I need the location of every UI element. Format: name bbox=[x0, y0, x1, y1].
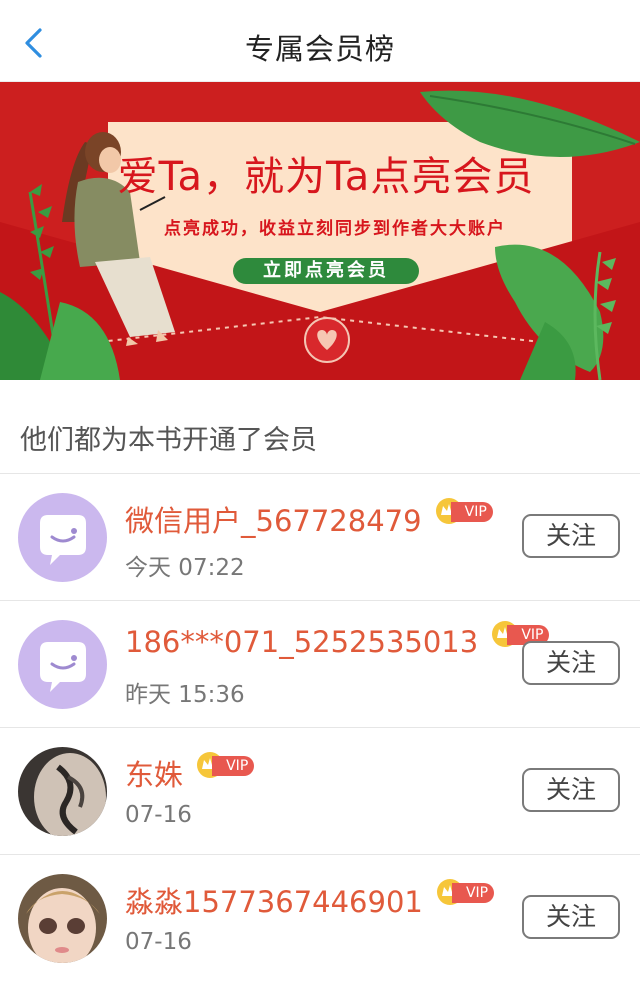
follow-button[interactable]: 关注 bbox=[522, 514, 620, 558]
list-item[interactable]: 微信用户_567728479 VIP 今天 07:22 关注 bbox=[0, 474, 640, 601]
list-item[interactable]: 淼淼1577367446901 VIP 07-16 关注 bbox=[0, 855, 640, 982]
list-item[interactable]: 186***071_5252535013 VIP 昨天 15:36 关注 bbox=[0, 601, 640, 728]
banner-text-layer: 爱Ta，就为Ta点亮会员 点亮成功，收益立刻同步到作者大大账户 立即点亮会员 bbox=[0, 82, 640, 380]
vip-badge: VIP bbox=[196, 752, 255, 778]
join-time: 昨天 15:36 bbox=[125, 682, 245, 708]
wechat-default-avatar-icon bbox=[18, 620, 107, 709]
vip-badge: VIP bbox=[436, 879, 495, 905]
follow-button[interactable]: 关注 bbox=[522, 641, 620, 685]
join-time: 07-16 bbox=[125, 802, 192, 828]
member-list: 微信用户_567728479 VIP 今天 07:22 关注 186***071… bbox=[0, 474, 640, 982]
light-up-membership-button[interactable]: 立即点亮会员 bbox=[233, 258, 419, 284]
vip-label: VIP bbox=[212, 756, 255, 776]
banner-subline: 点亮成功，收益立刻同步到作者大大账户 bbox=[164, 219, 506, 239]
follow-button[interactable]: 关注 bbox=[522, 768, 620, 812]
nav-bar: 专属会员榜 bbox=[0, 0, 640, 82]
vip-label: VIP bbox=[450, 502, 493, 522]
list-item[interactable]: 东姝 VIP 07-16 关注 bbox=[0, 728, 640, 855]
banner-headline: 爱Ta，就为Ta点亮会员 bbox=[117, 154, 535, 200]
wechat-default-avatar-icon bbox=[18, 493, 107, 582]
member-name-line: 淼淼1577367446901 VIP bbox=[125, 879, 495, 919]
member-name[interactable]: 微信用户_567728479 bbox=[125, 504, 422, 538]
avatar[interactable] bbox=[18, 874, 107, 963]
member-name-line: 东姝 VIP bbox=[125, 752, 255, 792]
promo-banner[interactable]: 爱Ta，就为Ta点亮会员 点亮成功，收益立刻同步到作者大大账户 立即点亮会员 bbox=[0, 82, 640, 380]
member-name[interactable]: 淼淼1577367446901 bbox=[125, 885, 423, 919]
photo-avatar-image bbox=[18, 747, 107, 836]
member-name[interactable]: 186***071_5252535013 bbox=[125, 625, 478, 659]
section-title: 他们都为本书开通了会员 bbox=[0, 380, 640, 474]
join-time: 07-16 bbox=[125, 929, 192, 955]
avatar[interactable] bbox=[18, 493, 107, 582]
member-name-line: 微信用户_567728479 VIP bbox=[125, 498, 493, 538]
join-time: 今天 07:22 bbox=[125, 555, 245, 581]
page-title: 专属会员榜 bbox=[244, 32, 395, 66]
avatar[interactable] bbox=[18, 620, 107, 709]
member-name[interactable]: 东姝 bbox=[125, 758, 183, 792]
member-name-line: 186***071_5252535013 VIP bbox=[125, 621, 550, 665]
vip-label: VIP bbox=[451, 883, 495, 903]
photo-avatar-image bbox=[18, 874, 107, 963]
vip-badge: VIP bbox=[435, 498, 493, 524]
avatar[interactable] bbox=[18, 747, 107, 836]
follow-button[interactable]: 关注 bbox=[522, 895, 620, 939]
